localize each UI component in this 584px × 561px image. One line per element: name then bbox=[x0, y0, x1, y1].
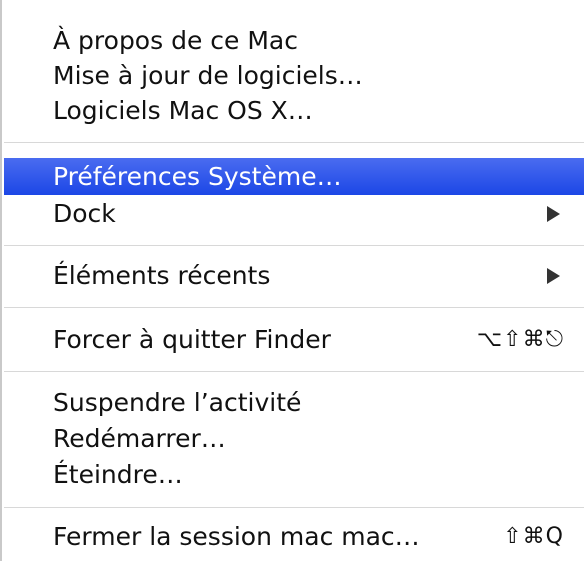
menu-item-dock[interactable]: Dock bbox=[4, 195, 584, 232]
menu-item-label: Éteindre… bbox=[53, 460, 183, 489]
menu-item-about-this-mac[interactable]: À propos de ce Mac bbox=[4, 22, 584, 59]
menu-item-label: Fermer la session mac mac… bbox=[53, 522, 420, 551]
menu-item-label: Mise à jour de logiciels… bbox=[53, 61, 363, 90]
menu-item-label: Dock bbox=[53, 199, 116, 228]
menu-item-label: Préférences Système… bbox=[53, 162, 342, 191]
menu-item-shut-down[interactable]: Éteindre… bbox=[4, 456, 584, 493]
menu-item-mac-os-x-software[interactable]: Logiciels Mac OS X… bbox=[4, 92, 584, 129]
menu-separator bbox=[4, 371, 584, 372]
menu-item-label: Éléments récents bbox=[53, 261, 271, 290]
menu-item-restart[interactable]: Redémarrer… bbox=[4, 420, 584, 457]
keyboard-shortcut: ⌥⇧⌘⎋ bbox=[476, 327, 564, 352]
menu-separator bbox=[4, 307, 584, 308]
menu-item-label: Suspendre l’activité bbox=[53, 388, 302, 417]
submenu-arrow-icon bbox=[547, 205, 560, 222]
menu-item-label: Logiciels Mac OS X… bbox=[53, 96, 313, 125]
menu-item-label: Forcer à quitter Finder bbox=[53, 325, 331, 354]
menu-separator bbox=[4, 142, 584, 143]
menu-separator bbox=[4, 507, 584, 508]
apple-menu: À propos de ce Mac Mise à jour de logici… bbox=[0, 0, 584, 561]
submenu-arrow-icon bbox=[547, 267, 560, 284]
menu-item-log-out[interactable]: Fermer la session mac mac… ⇧⌘Q bbox=[4, 518, 584, 555]
menu-separator bbox=[4, 245, 584, 246]
menu-item-force-quit-finder[interactable]: Forcer à quitter Finder ⌥⇧⌘⎋ bbox=[4, 321, 584, 358]
menu-item-label: Redémarrer… bbox=[53, 424, 226, 453]
menu-item-label: À propos de ce Mac bbox=[53, 26, 298, 55]
menu-item-software-update[interactable]: Mise à jour de logiciels… bbox=[4, 57, 584, 94]
keyboard-shortcut: ⇧⌘Q bbox=[503, 524, 564, 549]
menu-item-sleep[interactable]: Suspendre l’activité bbox=[4, 384, 584, 421]
menu-item-recent-items[interactable]: Éléments récents bbox=[4, 257, 584, 294]
menu-item-system-preferences[interactable]: Préférences Système… bbox=[4, 158, 584, 195]
